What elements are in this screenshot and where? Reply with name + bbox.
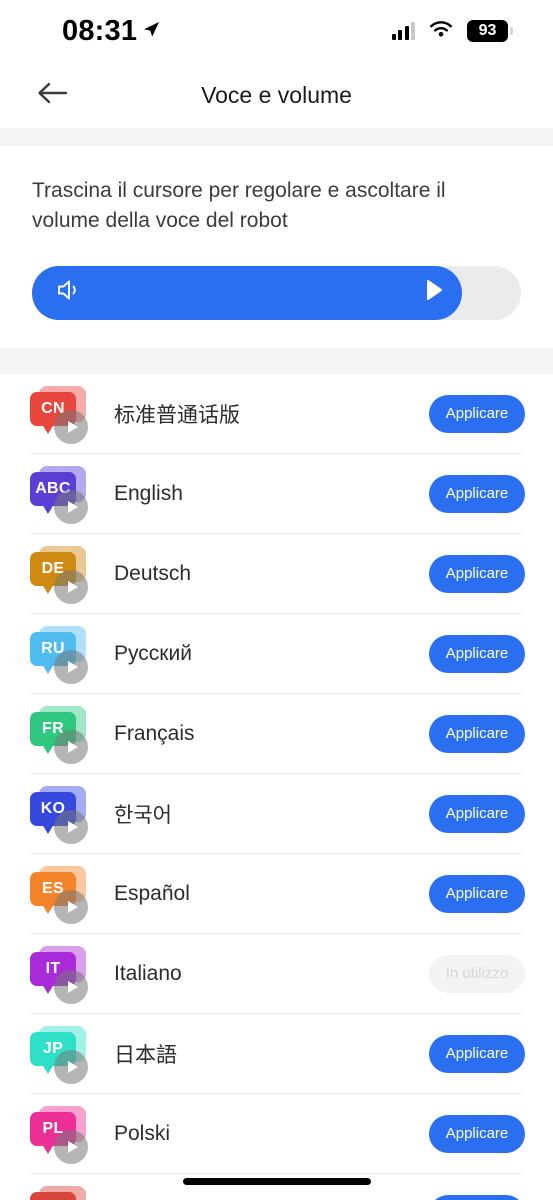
language-label: 한국어 bbox=[114, 803, 172, 827]
cellular-signal-icon bbox=[391, 22, 415, 40]
preview-play-icon[interactable] bbox=[54, 889, 88, 924]
language-label: Deutsch bbox=[114, 561, 192, 585]
language-row[interactable]: DE Deutsch Applicare bbox=[0, 534, 553, 614]
location-arrow-icon bbox=[141, 19, 161, 44]
bubble-main-layer: TR bbox=[30, 1191, 76, 1200]
language-bubble-icon: RU bbox=[30, 625, 88, 684]
volume-hint-text: Trascina il cursore per regolare e ascol… bbox=[32, 179, 446, 232]
volume-slider[interactable] bbox=[32, 265, 521, 320]
header-separator-band bbox=[0, 128, 553, 146]
apply-button[interactable]: Applicare bbox=[429, 554, 525, 593]
language-bubble-icon: DE bbox=[30, 545, 88, 604]
apply-button[interactable]: Applicare bbox=[429, 474, 525, 513]
apply-button[interactable]: Applicare bbox=[429, 794, 525, 833]
preview-play-icon[interactable] bbox=[54, 1129, 88, 1164]
language-bubble-icon: ABC bbox=[30, 465, 88, 524]
apply-button[interactable]: Applicare bbox=[429, 1114, 525, 1153]
language-label: Español bbox=[114, 881, 190, 905]
language-label: English bbox=[114, 481, 183, 505]
language-label: 标准普通话版 bbox=[114, 403, 240, 427]
language-bubble-icon: TR bbox=[30, 1185, 86, 1200]
arrow-left-icon bbox=[36, 80, 68, 111]
play-triangle-icon[interactable] bbox=[424, 278, 444, 307]
language-row[interactable]: ES Español Applicare bbox=[0, 854, 553, 934]
preview-play-icon[interactable] bbox=[54, 409, 88, 444]
apply-button[interactable]: Applicare bbox=[429, 1034, 525, 1073]
language-row[interactable]: CN 标准普通话版 Applicare bbox=[0, 374, 553, 454]
language-bubble-icon: FR bbox=[30, 705, 88, 764]
wifi-icon bbox=[428, 19, 454, 44]
battery-icon: 93 bbox=[467, 20, 513, 42]
language-row[interactable]: JP 日本語 Applicare bbox=[0, 1014, 553, 1094]
home-indicator-bar[interactable] bbox=[182, 1178, 371, 1185]
language-label: Polski bbox=[114, 1121, 171, 1145]
language-row[interactable]: PL Polski Applicare bbox=[0, 1094, 553, 1174]
phone-screen: 08:31 93 Voce e volume Trascina il curso… bbox=[0, 0, 553, 1200]
language-row[interactable]: ABC English Applicare bbox=[0, 454, 553, 534]
status-bar-right: 93 bbox=[391, 19, 513, 44]
language-bubble-icon: PL bbox=[30, 1105, 88, 1164]
nav-header: Voce e volume bbox=[0, 62, 553, 128]
back-button[interactable] bbox=[30, 73, 74, 117]
preview-play-icon[interactable] bbox=[54, 969, 88, 1004]
apply-button[interactable]: Applicare bbox=[429, 874, 525, 913]
apply-button[interactable]: Applicare bbox=[429, 394, 525, 433]
preview-play-icon[interactable] bbox=[54, 809, 88, 844]
apply-button[interactable]: Applicare bbox=[429, 1194, 525, 1200]
language-row[interactable]: RU Русский Applicare bbox=[0, 614, 553, 694]
clock-time: 08:31 bbox=[62, 14, 138, 47]
apply-button[interactable]: Applicare bbox=[429, 714, 525, 753]
language-bubble-icon: KO bbox=[30, 785, 88, 844]
language-bubble-icon: CN bbox=[30, 385, 88, 444]
language-label: Русский bbox=[114, 641, 192, 665]
volume-section: Trascina il cursore per regolare e ascol… bbox=[0, 146, 553, 348]
volume-slider-fill[interactable] bbox=[32, 265, 463, 320]
language-bubble-icon: JP bbox=[30, 1025, 88, 1084]
preview-play-icon[interactable] bbox=[54, 1049, 88, 1084]
section-separator-band bbox=[0, 347, 553, 374]
language-label: Italiano bbox=[114, 961, 182, 985]
language-row[interactable]: FR Français Applicare bbox=[0, 694, 553, 774]
status-bar: 08:31 93 bbox=[0, 0, 553, 62]
language-label: Français bbox=[114, 721, 195, 745]
page-title: Voce e volume bbox=[201, 81, 352, 108]
language-label: 日本語 bbox=[114, 1043, 177, 1067]
preview-play-icon[interactable] bbox=[54, 649, 88, 684]
language-row[interactable]: KO 한국어 Applicare bbox=[0, 774, 553, 854]
language-list: CN 标准普通话版 Applicare ABC English Applicare DE De… bbox=[0, 373, 553, 1200]
preview-play-icon[interactable] bbox=[54, 729, 88, 764]
battery-level: 93 bbox=[478, 22, 497, 39]
language-bubble-icon: IT bbox=[30, 945, 88, 1004]
apply-button[interactable]: Applicare bbox=[429, 634, 525, 673]
preview-play-icon[interactable] bbox=[54, 569, 88, 604]
preview-play-icon[interactable] bbox=[54, 489, 88, 524]
status-bar-left: 08:31 bbox=[62, 14, 161, 47]
speaker-volume-icon bbox=[54, 276, 84, 309]
language-bubble-icon: ES bbox=[30, 865, 88, 924]
in-use-button: In utilizzo bbox=[429, 954, 525, 993]
language-row[interactable]: IT Italiano In utilizzo bbox=[0, 934, 553, 1014]
